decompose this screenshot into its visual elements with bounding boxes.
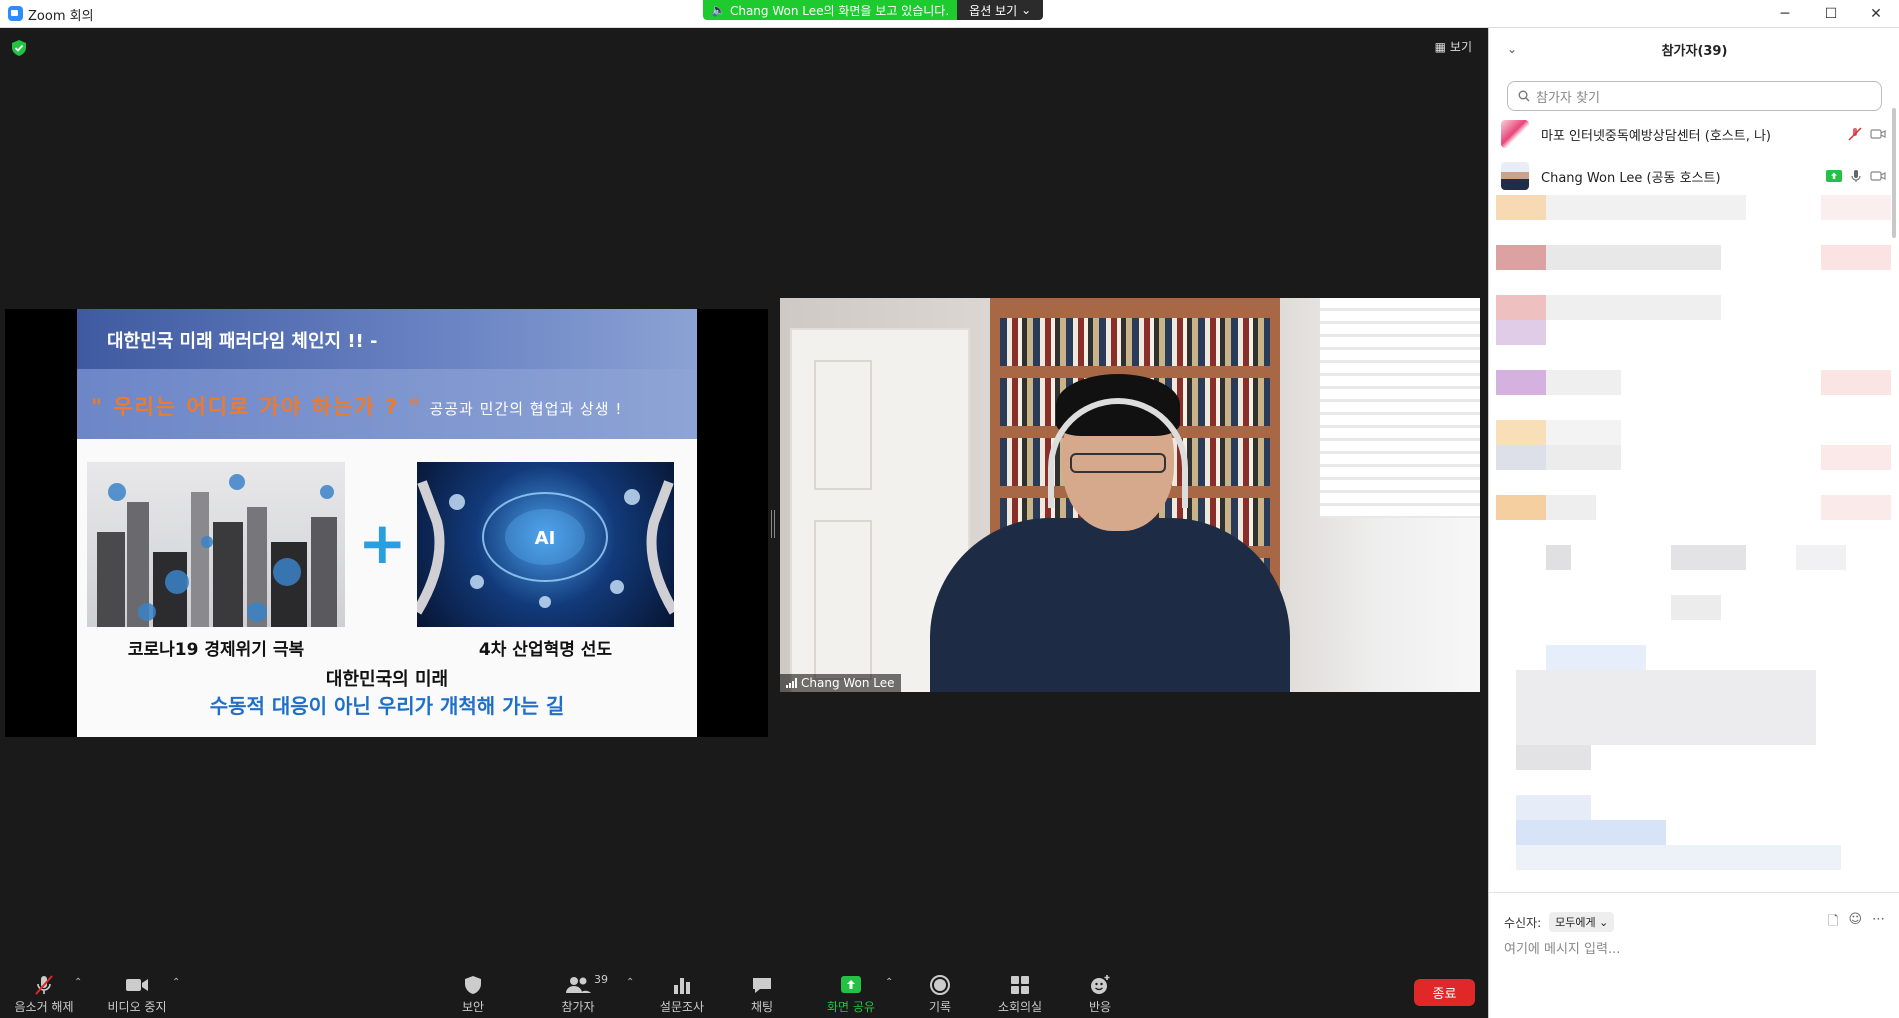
polls-button[interactable]: 설문조사 — [642, 971, 722, 1018]
slide-future-subtitle: 수동적 대응이 아닌 우리가 개척해 가는 길 — [209, 694, 565, 718]
security-button[interactable]: 보안 — [433, 971, 513, 1018]
stop-video-button[interactable]: 비디오 중지 — [97, 971, 177, 1018]
view-options-button[interactable]: 옵션 보기 ⌄ — [957, 0, 1044, 20]
caption-industry: 4차 산업혁명 선도 — [478, 640, 613, 660]
grid-view-icon: ▦ — [1434, 39, 1446, 54]
participants-count: 39 — [594, 973, 608, 986]
chat-button[interactable]: 채팅 — [722, 971, 802, 1018]
share-screen-icon — [841, 976, 861, 993]
video-options-caret[interactable]: ⌃ — [172, 977, 180, 988]
microphone-muted-icon — [35, 975, 53, 995]
chevron-down-icon: ⌄ — [1021, 3, 1032, 17]
window-title: Zoom 회의 — [28, 9, 94, 24]
recipient-dropdown[interactable]: 모두에게 ⌄ — [1549, 912, 1615, 932]
speaker-name: Chang Won Lee — [801, 676, 895, 690]
view-button[interactable]: ▦ 보기 — [1435, 38, 1472, 55]
reactions-button[interactable]: 반응 — [1060, 971, 1140, 1018]
share-options-caret[interactable]: ⌃ — [885, 977, 893, 988]
encryption-shield-icon[interactable] — [12, 40, 26, 56]
slide-future-title: 대한민국의 미래 — [325, 669, 449, 690]
microphone-icon[interactable] — [1850, 169, 1862, 183]
zoom-logo-icon — [8, 6, 23, 21]
shield-icon — [465, 976, 481, 994]
microphone-muted-icon[interactable] — [1848, 127, 1862, 141]
chat-message-input[interactable]: 여기에 메시지 입력... — [1504, 938, 1620, 957]
breakout-rooms-button[interactable]: 소회의실 — [980, 971, 1060, 1018]
covid-city-image — [87, 462, 345, 627]
share-status-text: Chang Won Lee의 화면을 보고 있습니다. — [729, 3, 950, 18]
record-icon — [930, 975, 950, 995]
unmute-button[interactable]: 음소거 해제 — [4, 971, 84, 1018]
record-button[interactable]: 기록 — [900, 971, 980, 1018]
slide-subtitle: 공공과 민간의 협업과 상생 ! — [429, 400, 623, 418]
split-divider-handle[interactable] — [771, 510, 775, 538]
window-blind — [1320, 298, 1480, 518]
chat-bubble-icon — [753, 978, 771, 993]
slide-heading: 대한민국 미래 패러다임 체인지 !! - — [77, 309, 697, 369]
speaker-body — [930, 518, 1290, 692]
chat-tools: 🗋 ☺ ⋯ — [1828, 912, 1885, 934]
breakout-rooms-icon — [1011, 976, 1029, 994]
participant-row[interactable]: 마포 인터넷중독예방상담센터 (호스트, 나) — [1501, 117, 1886, 151]
chat-recipient: 수신자: 모두에게 ⌄ — [1504, 912, 1615, 932]
avatar — [1501, 120, 1529, 148]
signal-strength-icon — [786, 678, 797, 688]
minimize-button[interactable]: ─ — [1762, 0, 1808, 28]
share-status: 🔈 Chang Won Lee의 화면을 보고 있습니다. — [703, 0, 958, 20]
more-icon[interactable]: ⋯ — [1872, 912, 1885, 934]
ai-label: AI — [535, 528, 556, 549]
participants-button[interactable]: 39 참가자 — [538, 971, 618, 1018]
avatar — [1501, 162, 1529, 190]
caption-covid: 코로나19 경제위기 극복 — [127, 640, 305, 660]
speaker-icon: 🔈 — [711, 3, 726, 17]
share-screen-button[interactable]: 화면 공유 — [811, 971, 891, 1018]
sharing-screen-icon — [1826, 170, 1842, 182]
screen-share-banner: 🔈 Chang Won Lee의 화면을 보고 있습니다. 옵션 보기 ⌄ — [703, 0, 1044, 20]
audio-options-caret[interactable]: ⌃ — [74, 977, 82, 988]
speaker-name-tag: Chang Won Lee — [780, 674, 901, 692]
plus-symbol: + — [358, 509, 407, 577]
participant-row[interactable]: Chang Won Lee (공동 호스트) — [1501, 159, 1886, 193]
video-camera-off-icon[interactable] — [1870, 128, 1886, 140]
close-button[interactable]: ✕ — [1853, 0, 1899, 28]
speaker-video[interactable]: Chang Won Lee — [780, 298, 1480, 692]
end-meeting-button[interactable]: 종료 — [1414, 979, 1475, 1006]
ai-brain-image: AI — [412, 462, 679, 627]
slide-question: " 우리는 어디로 가야 하는가 ? " — [91, 395, 422, 419]
title-bar: Zoom 회의 🔈 Chang Won Lee의 화면을 보고 있습니다. 옵션… — [0, 0, 1899, 28]
shared-screen[interactable]: 대한민국 미래 패러다임 체인지 !! - " 우리는 어디로 가야 하는가 ?… — [5, 309, 768, 737]
emoji-icon[interactable]: ☺ — [1848, 912, 1862, 934]
participants-scrollbar[interactable] — [1892, 108, 1896, 238]
search-icon — [1518, 90, 1530, 102]
participants-panel: ⌄ 참가자(39) 참가자 찾기 마포 인터넷중독예방상담센터 (호스트, 나)… — [1488, 28, 1899, 1018]
smiley-plus-icon — [1091, 975, 1110, 994]
meeting-stage: ▦ 보기 대한민국 미래 패러다임 체인지 !! - " 우리는 어디로 가야 … — [0, 28, 1488, 971]
meeting-toolbar: 음소거 해제 ⌃ 비디오 중지 ⌃ 보안 39 참가자 ⌃ 설문조사 채팅 화면… — [0, 971, 1488, 1018]
glasses — [1070, 453, 1166, 473]
presentation-slide: 대한민국 미래 패러다임 체인지 !! - " 우리는 어디로 가야 하는가 ?… — [77, 309, 697, 737]
participant-search-input[interactable]: 참가자 찾기 — [1507, 81, 1882, 111]
participants-icon — [566, 977, 591, 993]
panel-title: 참가자(39) — [1661, 44, 1728, 59]
slide-question-row: " 우리는 어디로 가야 하는가 ? " 공공과 민간의 협업과 상생 ! — [77, 369, 697, 439]
participants-options-caret[interactable]: ⌃ — [626, 977, 634, 988]
video-camera-icon — [126, 979, 148, 991]
recipient-label: 수신자: — [1504, 915, 1542, 930]
maximize-button[interactable]: ☐ — [1808, 0, 1854, 28]
file-icon[interactable]: 🗋 — [1828, 912, 1838, 934]
bar-chart-icon — [674, 978, 690, 994]
video-camera-icon[interactable] — [1870, 170, 1886, 182]
